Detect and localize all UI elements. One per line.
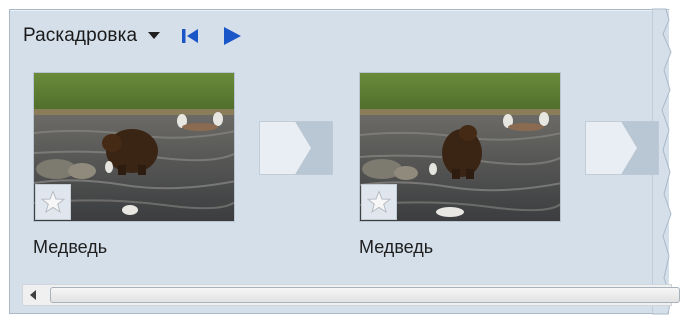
- clip-label: Медведь: [359, 237, 434, 257]
- rating-star-button[interactable]: [35, 184, 71, 220]
- bear-in-river-image[interactable]: [359, 72, 561, 222]
- star-icon: [41, 190, 65, 214]
- skip-to-start-icon[interactable]: [179, 25, 201, 47]
- play-icon[interactable]: [221, 25, 243, 47]
- star-icon: [367, 190, 391, 214]
- horizontal-scrollbar[interactable]: [22, 284, 680, 306]
- scroll-left-button[interactable]: [23, 285, 45, 305]
- scrollbar-thumb[interactable]: [50, 287, 680, 303]
- chevron-left-icon: [30, 290, 36, 300]
- view-mode-label[interactable]: Раскадровка: [23, 25, 137, 47]
- transition-arrow-icon[interactable]: [259, 121, 333, 175]
- bear-in-river-image[interactable]: [33, 72, 235, 222]
- clip-label: Медведь: [33, 237, 108, 257]
- chevron-down-icon[interactable]: [147, 26, 161, 46]
- rating-star-button[interactable]: [361, 184, 397, 220]
- transition-arrow-icon[interactable]: [585, 121, 659, 175]
- storyboard-toolbar: Раскадровка: [23, 22, 243, 50]
